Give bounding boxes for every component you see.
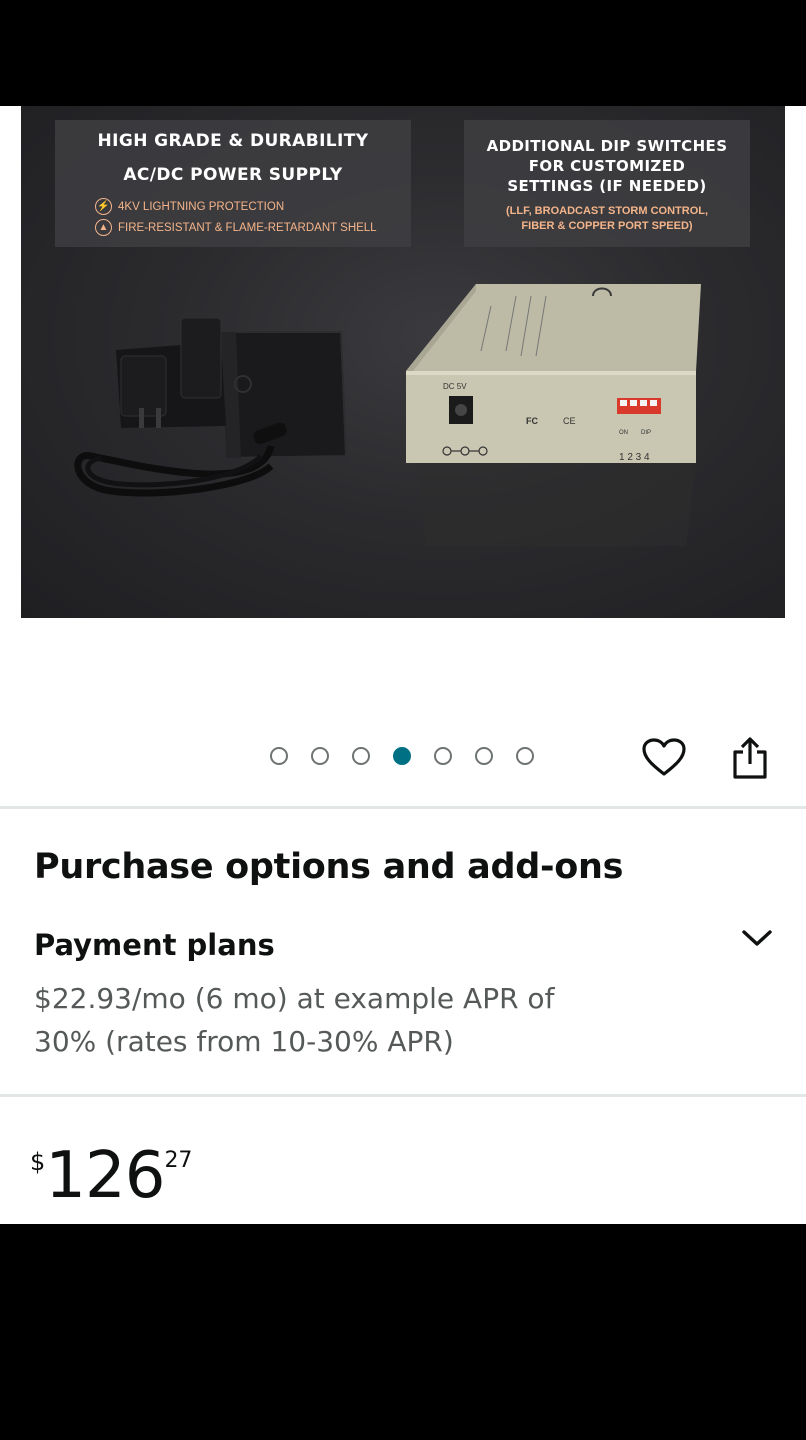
chevron-down-icon xyxy=(742,930,772,946)
callout-right-title-1: ADDITIONAL DIP SWITCHES xyxy=(486,137,728,155)
price-currency-symbol: $ xyxy=(30,1148,46,1176)
fc-mark: FC xyxy=(526,416,538,426)
price-fraction: 27 xyxy=(164,1148,193,1173)
callout-right-sub-1: (LLF, BROADCAST STORM CONTROL, xyxy=(505,205,709,217)
callout-right-title-3: SETTINGS (IF NEEDED) xyxy=(507,177,707,195)
dip-numbers: 1 2 3 4 xyxy=(619,452,650,463)
feature-lightning: ⚡ 4KV LIGHTNING PROTECTION xyxy=(95,198,411,215)
divider xyxy=(0,806,806,809)
price: $12627 xyxy=(30,1140,192,1212)
payment-plans-desc-line-1: $22.93/mo (6 mo) at example APR of xyxy=(34,982,555,1015)
payment-plans-expand-button[interactable] xyxy=(738,924,776,952)
purchase-options-title: Purchase options and add-ons xyxy=(34,847,624,887)
carousel-dot-7[interactable] xyxy=(516,747,534,765)
share-icon xyxy=(733,737,767,779)
feature-fire: ▲ FIRE-RESISTANT & FLAME-RETARDANT SHELL xyxy=(95,219,411,236)
dip-switch-callout: ADDITIONAL DIP SWITCHES FOR CUSTOMIZED S… xyxy=(464,120,750,247)
lightning-icon: ⚡ xyxy=(95,198,112,215)
carousel-dot-3[interactable] xyxy=(352,747,370,765)
top-black-bar xyxy=(0,0,806,106)
payment-plans-desc-line-2: 30% (rates from 10-30% APR) xyxy=(34,1025,454,1058)
product-page: DC 5V FC CE ON DIP 1 2 3 4 HIGH GRADE & … xyxy=(0,106,806,1224)
media-converter: DC 5V FC CE ON DIP 1 2 3 4 xyxy=(406,284,701,546)
wishlist-button[interactable] xyxy=(641,738,687,778)
dip-label: DIP xyxy=(641,430,651,436)
callout-right-sub-2: FIBER & COPPER PORT SPEED) xyxy=(521,220,693,232)
payment-plans-description: $22.93/mo (6 mo) at example APR of 30% (… xyxy=(34,977,634,1063)
carousel-dot-1[interactable] xyxy=(270,747,288,765)
feature-fire-text: FIRE-RESISTANT & FLAME-RETARDANT SHELL xyxy=(118,221,377,234)
dip-on-label: ON xyxy=(619,430,628,436)
dc-label: DC 5V xyxy=(443,382,467,391)
heart-icon xyxy=(642,738,686,776)
price-whole: 126 xyxy=(45,1139,165,1213)
divider xyxy=(0,1094,806,1097)
carousel-dot-2[interactable] xyxy=(311,747,329,765)
power-adapter xyxy=(74,317,348,497)
product-image[interactable]: DC 5V FC CE ON DIP 1 2 3 4 HIGH GRADE & … xyxy=(21,106,785,618)
bottom-black-bar xyxy=(0,1224,806,1440)
carousel-dot-4-active[interactable] xyxy=(393,747,411,765)
carousel-dot-5[interactable] xyxy=(434,747,452,765)
share-button[interactable] xyxy=(729,736,771,780)
callout-right-title-2: FOR CUSTOMIZED xyxy=(528,157,686,175)
callout-left-title-1: HIGH GRADE & DURABILITY xyxy=(97,131,369,151)
payment-plans-label[interactable]: Payment plans xyxy=(34,928,275,962)
ce-mark: CE xyxy=(563,416,576,426)
feature-lightning-text: 4KV LIGHTNING PROTECTION xyxy=(118,200,285,213)
image-carousel-dots xyxy=(270,747,557,765)
flame-icon: ▲ xyxy=(95,219,112,236)
power-supply-callout: HIGH GRADE & DURABILITY AC/DC POWER SUPP… xyxy=(55,120,411,247)
callout-left-title-2: AC/DC POWER SUPPLY xyxy=(123,165,343,185)
carousel-dot-6[interactable] xyxy=(475,747,493,765)
